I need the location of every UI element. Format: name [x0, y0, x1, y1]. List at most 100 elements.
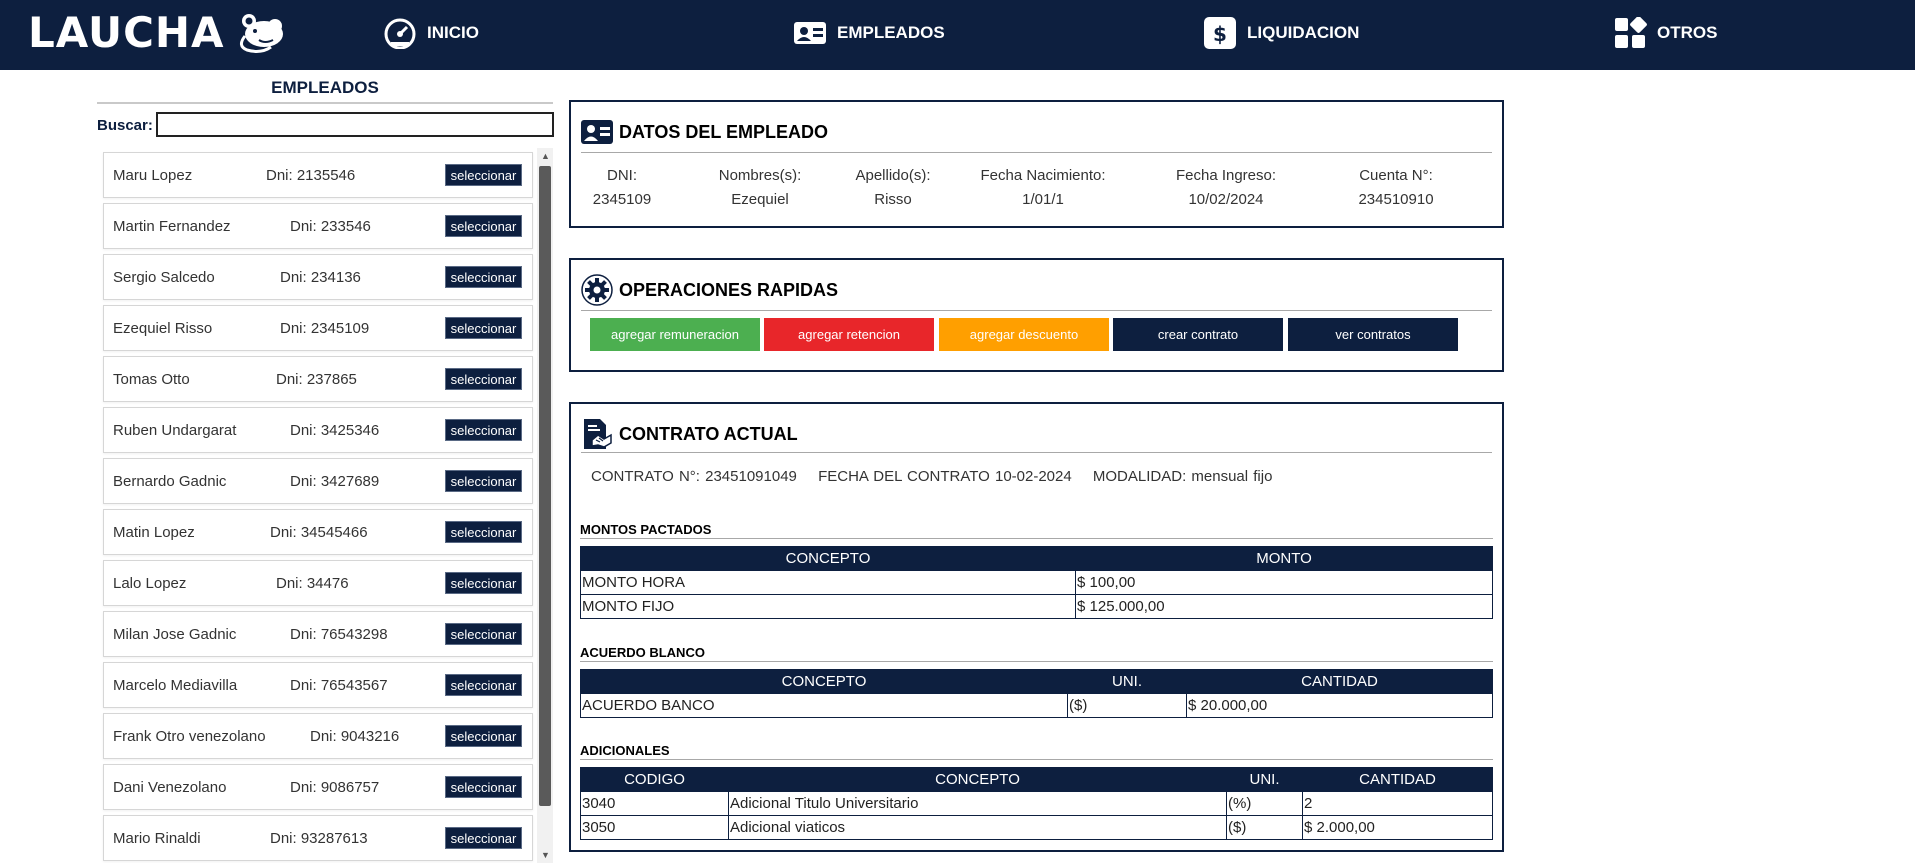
field-value: Ezequiel [731, 191, 789, 208]
list-item: Bernardo Gadnic Dni: 3427689 seleccionar [103, 458, 533, 504]
employee-name: Mario Rinaldi [113, 830, 201, 847]
quick-operations-title: OPERACIONES RAPIDAS [619, 279, 839, 300]
scroll-up-arrow-icon[interactable]: ▲ [541, 152, 550, 161]
select-employee-button[interactable]: seleccionar [445, 623, 522, 645]
table-cell: (%) [1226, 791, 1303, 816]
select-employee-button[interactable]: seleccionar [445, 470, 522, 492]
contract-handshake-icon [584, 419, 612, 449]
table-cell: 3040 [580, 791, 729, 816]
field-value: 234510910 [1358, 191, 1434, 208]
list-item: Maru Lopez Dni: 2135546 seleccionar [103, 152, 533, 198]
field-value: 10/02/2024 [1188, 191, 1264, 208]
field-label: Apellido(s): [855, 167, 931, 184]
search-input[interactable] [156, 112, 554, 137]
montos-table: CONCEPTO MONTO MONTO HORA $ 100,00 MONTO… [580, 546, 1493, 619]
select-employee-button[interactable]: seleccionar [445, 776, 522, 798]
column-header: CONCEPTO [580, 669, 1068, 694]
table-cell: ($) [1067, 693, 1187, 718]
employee-dni: Dni: 2345109 [280, 320, 370, 337]
employee-dni: Dni: 237865 [276, 371, 357, 388]
search-label: Buscar: [97, 117, 153, 134]
select-employee-button[interactable]: seleccionar [445, 572, 522, 594]
divider [580, 759, 1493, 760]
column-header: CODIGO [580, 767, 729, 792]
list-item: Ezequiel Risso Dni: 2345109 seleccionar [103, 305, 533, 351]
table-cell: 3050 [580, 815, 729, 840]
add-remuneration-button[interactable]: agregar remuneracion [590, 318, 760, 351]
select-employee-button[interactable]: seleccionar [445, 725, 522, 747]
column-header: UNI. [1226, 767, 1303, 792]
employee-name: Bernardo Gadnic [113, 473, 227, 490]
add-retention-button[interactable]: agregar retencion [764, 318, 934, 351]
list-item: Mario Rinaldi Dni: 93287613 seleccionar [103, 815, 533, 861]
column-header: UNI. [1067, 669, 1187, 694]
select-employee-button[interactable]: seleccionar [445, 266, 522, 288]
field-label: DNI: [607, 167, 637, 184]
list-item: Lalo Lopez Dni: 34476 seleccionar [103, 560, 533, 606]
list-item: Sergio Salcedo Dni: 234136 seleccionar [103, 254, 533, 300]
nav-empleados-label: EMPLEADOS [837, 23, 945, 42]
nav-inicio[interactable]: INICIO [383, 16, 479, 50]
scrollbar[interactable]: ▲ ▼ [537, 148, 553, 863]
select-employee-button[interactable]: seleccionar [445, 521, 522, 543]
select-employee-button[interactable]: seleccionar [445, 215, 522, 237]
quick-operations-panel: OPERACIONES RAPIDAS agregar remuneracion… [569, 258, 1504, 372]
employees-title: EMPLEADOS [271, 78, 379, 97]
divider [580, 661, 1493, 662]
grid-icon [1615, 17, 1647, 48]
view-contracts-button[interactable]: ver contratos [1288, 318, 1458, 351]
table-row: 3050 Adicional viaticos ($) $ 2.000,00 [580, 815, 1493, 840]
list-item: Ruben Undargarat Dni: 3425346 seleccionar [103, 407, 533, 453]
divider [581, 152, 1492, 153]
table-cell: Adicional viaticos [728, 815, 1227, 840]
column-header: CONCEPTO [580, 546, 1076, 571]
table-row: MONTO FIJO $ 125.000,00 [580, 594, 1493, 619]
gear-icon [581, 274, 613, 306]
speedometer-icon [384, 18, 416, 49]
nav-liquidacion[interactable]: $ LIQUIDACION [1203, 16, 1359, 50]
employee-dni: Dni: 76543298 [290, 626, 388, 643]
employee-name: Milan Jose Gadnic [113, 626, 237, 643]
select-employee-button[interactable]: seleccionar [445, 164, 522, 186]
employee-dni: Dni: 9086757 [290, 779, 380, 796]
employee-dni: Dni: 2135546 [266, 167, 356, 184]
column-header: CONCEPTO [728, 767, 1227, 792]
employee-list-items: Maru Lopez Dni: 2135546 seleccionar Martin … [103, 152, 533, 863]
table-header-row: CODIGO CONCEPTO UNI. CANTIDAD [580, 767, 1493, 792]
id-card-icon [581, 120, 613, 144]
select-employee-button[interactable]: seleccionar [445, 419, 522, 441]
table-header-row: CONCEPTO MONTO [580, 546, 1493, 571]
contract-modality: MODALIDAD: mensual fijo [1092, 468, 1273, 485]
select-employee-button[interactable]: seleccionar [445, 317, 522, 339]
quick-operations-header: OPERACIONES RAPIDAS [581, 274, 838, 306]
employee-name: Lalo Lopez [113, 575, 187, 592]
employee-dni: Dni: 34545466 [270, 524, 368, 541]
employee-name: Matin Lopez [113, 524, 195, 541]
mouse-icon [239, 14, 283, 53]
scroll-thumb[interactable] [539, 166, 551, 806]
nav-otros[interactable]: OTROS [1613, 16, 1717, 50]
employee-dni: Dni: 3425346 [290, 422, 380, 439]
select-employee-button[interactable]: seleccionar [445, 827, 522, 849]
field-label: Cuenta N°: [1359, 167, 1433, 184]
employee-name: Frank Otro venezolano [113, 728, 266, 745]
table-cell: Adicional Titulo Universitario [728, 791, 1227, 816]
adicionales-table: CODIGO CONCEPTO UNI. CANTIDAD 3040 Adici… [580, 767, 1493, 840]
brand[interactable]: LAUCHA [28, 7, 289, 57]
field-value: 2345109 [592, 191, 652, 208]
employee-list[interactable]: Maru Lopez Dni: 2135546 seleccionar Martin … [97, 148, 554, 863]
scroll-down-arrow-icon[interactable]: ▼ [541, 851, 550, 860]
create-contract-button[interactable]: crear contrato [1113, 318, 1283, 351]
employee-data-header: DATOS DEL EMPLEADO [581, 116, 828, 148]
field-dni: DNI: 2345109 [589, 164, 655, 212]
add-discount-button[interactable]: agregar descuento [939, 318, 1109, 351]
table-cell: $ 125.000,00 [1075, 594, 1493, 619]
employee-dni: Dni: 9043216 [310, 728, 400, 745]
table-cell: MONTO FIJO [580, 594, 1076, 619]
employee-name: Dani Venezolano [113, 779, 227, 796]
contract-number: CONTRATO N°: 23451091049 [591, 468, 797, 485]
select-employee-button[interactable]: seleccionar [445, 674, 522, 696]
select-employee-button[interactable]: seleccionar [445, 368, 522, 390]
nav-empleados[interactable]: EMPLEADOS [793, 16, 945, 50]
brand-name: LAUCHA [28, 7, 225, 57]
